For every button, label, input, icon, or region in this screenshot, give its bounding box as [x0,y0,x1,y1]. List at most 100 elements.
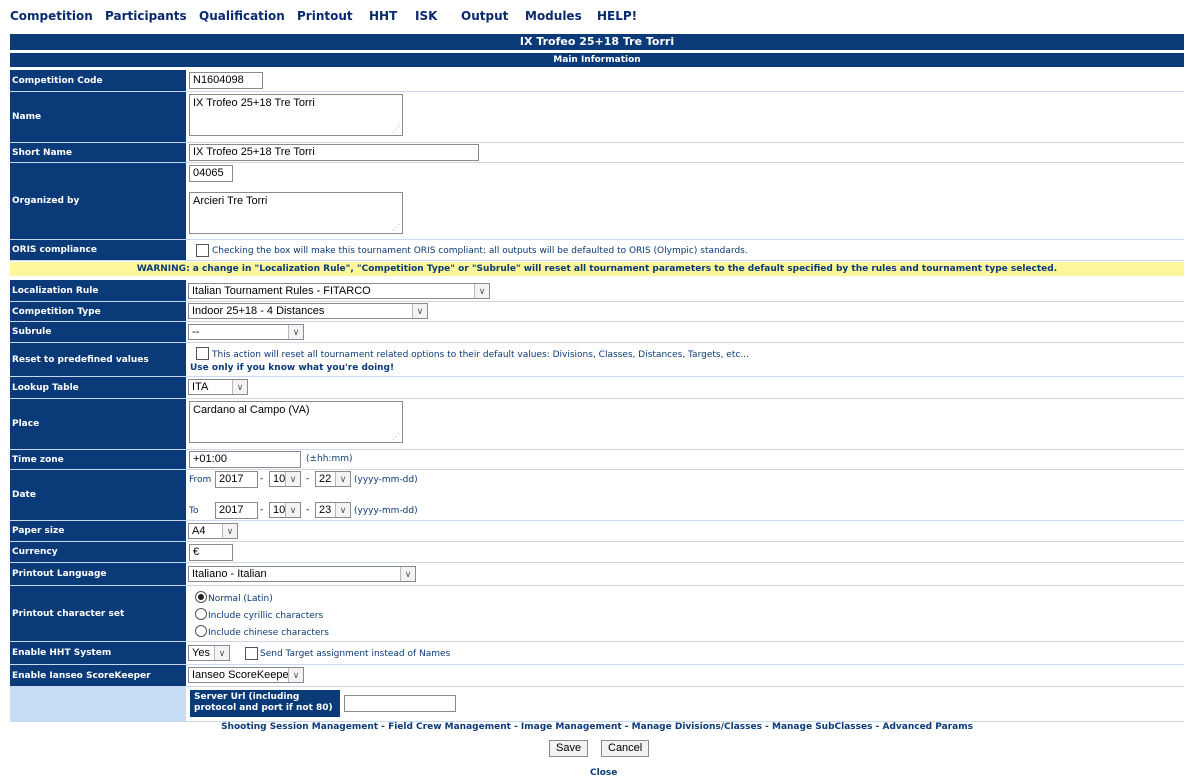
from-day-value: 22 [319,473,332,485]
currency-input[interactable]: € [189,544,233,561]
menu-help[interactable]: HELP! [597,9,637,23]
competition-type-value: Indoor 25+18 - 4 Distances [192,305,325,317]
link-separator: - [378,722,389,732]
date-separator: - [260,474,264,484]
to-month-value: 10 [273,504,286,516]
label-date: Date [10,470,186,520]
row-currency: Currency € [10,542,1184,563]
to-year-input[interactable]: 2017 [215,502,258,519]
label-competition-code: Competition Code [10,70,186,91]
menu-participants[interactable]: Participants [105,9,187,23]
menu-isk[interactable]: ISK [415,9,437,23]
charset-option-chinese[interactable]: Include chinese characters [208,628,329,638]
subrule-select[interactable]: -- ∨ [188,324,304,340]
name-textarea[interactable]: IX Trofeo 25+18 Tre Torri ⋰ [189,94,403,136]
paper-size-select[interactable]: A4 ∨ [188,523,238,539]
link-shooting-session[interactable]: Shooting Session Management [221,722,378,732]
hht-select[interactable]: Yes ∨ [188,645,230,661]
menu-output[interactable]: Output [461,9,508,23]
page-title: IX Trofeo 25+18 Tre Torri [10,34,1184,50]
chevron-down-icon[interactable]: ∨ [412,304,427,318]
link-field-crew[interactable]: Field Crew Management [388,722,511,732]
link-advanced-params[interactable]: Advanced Params [882,722,972,732]
menu-qualification[interactable]: Qualification [199,9,285,23]
link-divisions-classes[interactable]: Manage Divisions/Classes [632,722,762,732]
chevron-down-icon[interactable]: ∨ [288,325,303,339]
chevron-down-icon[interactable]: ∨ [400,567,415,581]
chevron-down-icon[interactable]: ∨ [222,524,237,538]
name-text: IX Trofeo 25+18 Tre Torri [193,97,315,109]
paper-size-value: A4 [192,525,206,537]
row-lookup-table: Lookup Table ITA ∨ [10,377,1184,399]
chevron-down-icon[interactable]: ∨ [474,284,489,298]
to-day-value: 23 [319,504,332,516]
localization-rule-select[interactable]: Italian Tournament Rules - FITARCO ∨ [188,283,490,299]
resize-grip-icon[interactable]: ⋰ [392,432,400,441]
scorekeeper-select[interactable]: Ianseo ScoreKeeper ∨ [188,667,304,683]
save-button[interactable]: Save [549,740,589,757]
charset-radio-chinese[interactable] [195,625,207,637]
link-subclasses[interactable]: Manage SubClasses [772,722,872,732]
chevron-down-icon[interactable]: ∨ [232,380,247,394]
reset-checkbox[interactable] [196,347,209,360]
time-zone-input[interactable]: +01:00 [189,451,301,468]
resize-grip-icon[interactable]: ⋰ [392,125,400,134]
charset-radio-cyrillic[interactable] [195,608,207,620]
resize-grip-icon[interactable]: ⋰ [392,223,400,232]
organizer-name-textarea[interactable]: Arcieri Tre Torri ⋰ [189,192,403,234]
label-reset: Reset to predefined values [10,343,186,376]
from-month-value: 10 [273,473,286,485]
link-separator: - [872,722,883,732]
localization-rule-value: Italian Tournament Rules - FITARCO [192,285,371,297]
row-reset: Reset to predefined values This action w… [10,343,1184,377]
oris-checkbox[interactable] [196,244,209,257]
label-paper-size: Paper size [10,521,186,541]
server-url-input[interactable] [344,695,456,712]
organizer-code-input[interactable]: 04065 [189,165,233,182]
row-hht: Enable HHT System Yes ∨ Send Target assig… [10,642,1184,665]
scorekeeper-value: Ianseo ScoreKeeper [192,669,293,681]
charset-option-cyrillic[interactable]: Include cyrillic characters [208,611,323,621]
chevron-down-icon[interactable]: ∨ [335,503,350,517]
to-day-select[interactable]: 23 ∨ [315,502,351,518]
from-year-input[interactable]: 2017 [215,471,258,488]
chevron-down-icon[interactable]: ∨ [288,668,303,682]
charset-option-latin[interactable]: Normal (Latin) [208,594,273,604]
charset-radio-latin[interactable] [195,591,207,603]
oris-description: Checking the box will make this tourname… [212,246,748,256]
reset-description: This action will reset all tournament re… [212,350,749,360]
menu-competition[interactable]: Competition [10,9,93,23]
date-to-label: To [189,506,199,516]
menu-hht[interactable]: HHT [369,9,397,23]
close-link[interactable]: Close [590,768,617,778]
row-short-name: Short Name IX Trofeo 25+18 Tre Torri [10,143,1184,163]
row-paper-size: Paper size A4 ∨ [10,521,1184,542]
label-hht: Enable HHT System [10,642,186,664]
menu-modules[interactable]: Modules [525,9,582,23]
to-month-select[interactable]: 10 ∨ [269,502,301,518]
row-scorekeeper: Enable Ianseo ScoreKeeper Ianseo ScoreKe… [10,665,1184,687]
chevron-down-icon[interactable]: ∨ [214,646,229,660]
competition-type-select[interactable]: Indoor 25+18 - 4 Distances ∨ [188,303,428,319]
from-day-select[interactable]: 22 ∨ [315,471,351,487]
chevron-down-icon[interactable]: ∨ [285,503,300,517]
place-textarea[interactable]: Cardano al Campo (VA) ⋰ [189,401,403,443]
row-organized-by: Organized by 04065 Arcieri Tre Torri ⋰ [10,163,1184,240]
hht-target-checkbox[interactable] [245,647,258,660]
row-localization-rule: Localization Rule Italian Tournament Rul… [10,280,1184,302]
label-lookup-table: Lookup Table [10,377,186,398]
chevron-down-icon[interactable]: ∨ [335,472,350,486]
menu-printout[interactable]: Printout [297,9,353,23]
server-url-label: Server Url (including protocol and port … [190,690,340,717]
cancel-button[interactable]: Cancel [601,740,650,757]
printout-language-select[interactable]: Italiano - Italian ∨ [188,566,416,582]
lookup-table-select[interactable]: ITA ∨ [188,379,248,395]
link-separator: - [510,722,521,732]
competition-code-input[interactable]: N1604098 [189,72,263,89]
from-month-select[interactable]: 10 ∨ [269,471,301,487]
short-name-input[interactable]: IX Trofeo 25+18 Tre Torri [189,144,479,161]
chevron-down-icon[interactable]: ∨ [285,472,300,486]
link-image-management[interactable]: Image Management [521,722,622,732]
hht-value: Yes [192,647,210,659]
date-from-label: From [189,475,212,485]
